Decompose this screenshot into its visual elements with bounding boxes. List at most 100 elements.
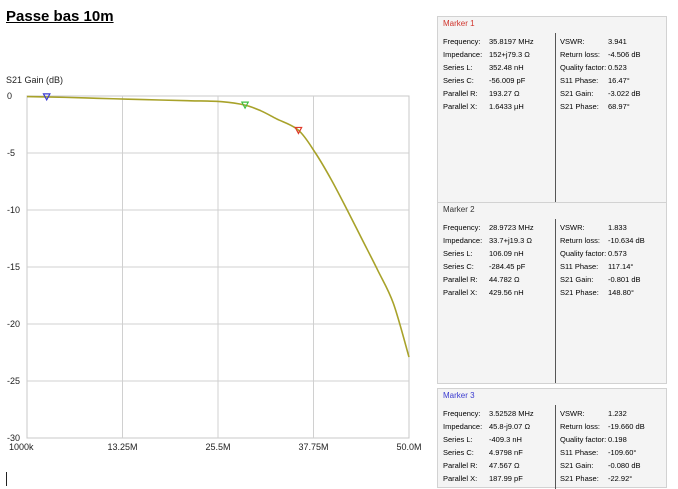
marker-2-panel: Marker 2 Frequency: 28.9723 MHz Impedance:… xyxy=(437,202,667,384)
y-axis-label: S21 Gain (dB) xyxy=(6,75,63,85)
marker-field-label: Series C: xyxy=(443,262,474,271)
y-tick-label: 0 xyxy=(7,91,12,101)
marker-field-label: Series C: xyxy=(443,448,474,457)
marker-1-panel: Marker 1 Frequency: 35.8197 MHz Impedance:… xyxy=(437,16,667,209)
marker-field-label: S21 Gain: xyxy=(560,89,594,98)
marker-field-label: VSWR: xyxy=(560,223,585,232)
marker-panel-divider xyxy=(555,33,556,209)
marker-2-right-column: VSWR: 1.833 Return loss: -10.634 dB Quality … xyxy=(560,221,666,299)
marker-field-row: Impedance: 152+j79.3 Ω xyxy=(443,48,555,61)
marker-field-row: S11 Phase: 16.47° xyxy=(560,74,666,87)
y-tick-label: -30 xyxy=(7,433,20,443)
marker-field-value: 3.941 xyxy=(608,37,627,46)
text-cursor xyxy=(6,472,7,486)
marker-field-label: Series L: xyxy=(443,249,473,258)
y-tick-label: -20 xyxy=(7,319,20,329)
marker-field-label: Impedance: xyxy=(443,422,483,431)
marker-field-label: Parallel R: xyxy=(443,89,478,98)
marker-field-value: 4.9798 nF xyxy=(489,448,523,457)
marker-field-label: Parallel R: xyxy=(443,461,478,470)
marker-field-value: 1.833 xyxy=(608,223,627,232)
marker-field-row: Parallel X: 429.56 nH xyxy=(443,286,555,299)
marker-field-row: S21 Gain: -0.080 dB xyxy=(560,459,666,472)
marker-field-value: 45.8-j9.07 Ω xyxy=(489,422,531,431)
marker-field-value: 1.6433 µH xyxy=(489,102,524,111)
marker-field-label: Quality factor: xyxy=(560,249,607,258)
marker-field-row: Impedance: 33.7+j19.3 Ω xyxy=(443,234,555,247)
marker-panel-divider xyxy=(555,219,556,383)
marker-field-value: 68.97° xyxy=(608,102,630,111)
marker-field-value: -3.022 dB xyxy=(608,89,641,98)
x-tick-label: 37.75M xyxy=(298,442,328,452)
marker-3-right-column: VSWR: 1.232 Return loss: -19.660 dB Quality … xyxy=(560,407,666,485)
marker-field-label: Return loss: xyxy=(560,236,601,245)
marker-field-row: Series C: 4.9798 nF xyxy=(443,446,555,459)
marker-field-value: 16.47° xyxy=(608,76,630,85)
y-tick-label: -15 xyxy=(7,262,20,272)
marker-3-left-column: Frequency: 3.52528 MHz Impedance: 45.8-j9.0… xyxy=(443,407,555,485)
marker-field-value: 106.09 nH xyxy=(489,249,524,258)
marker-field-row: Parallel R: 47.567 Ω xyxy=(443,459,555,472)
y-tick-label: -5 xyxy=(7,148,15,158)
marker-3-panel: Marker 3 Frequency: 3.52528 MHz Impedance:… xyxy=(437,388,667,489)
marker-field-value: 0.573 xyxy=(608,249,627,258)
marker-field-row: VSWR: 1.833 xyxy=(560,221,666,234)
marker-field-value: 33.7+j19.3 Ω xyxy=(489,236,532,245)
marker-field-value: 44.782 Ω xyxy=(489,275,520,284)
marker-field-row: VSWR: 1.232 xyxy=(560,407,666,420)
marker-field-value: 0.198 xyxy=(608,435,627,444)
y-tick-label: -10 xyxy=(7,205,20,215)
marker-field-label: Quality factor: xyxy=(560,63,607,72)
marker-field-label: Impedance: xyxy=(443,50,483,59)
marker-panel-divider xyxy=(555,405,556,489)
marker-field-label: Frequency: xyxy=(443,223,481,232)
marker-field-row: Quality factor: 0.198 xyxy=(560,433,666,446)
marker-field-value: -4.506 dB xyxy=(608,50,641,59)
x-tick-label: 1000k xyxy=(9,442,34,452)
marker-field-row: Return loss: -4.506 dB xyxy=(560,48,666,61)
marker-field-label: S11 Phase: xyxy=(560,76,599,85)
marker-field-value: 0.523 xyxy=(608,63,627,72)
marker-field-label: Return loss: xyxy=(560,50,601,59)
marker-field-row: Series C: -56.009 pF xyxy=(443,74,555,87)
marker-field-row: Parallel X: 187.99 pF xyxy=(443,472,555,485)
s21-gain-chart: S21 Gain (dB) 1000k 13.25M 25.5M 37.75M 50.0… xyxy=(6,75,422,452)
marker-field-row: S21 Phase: 148.80° xyxy=(560,286,666,299)
marker-1-title: Marker 1 xyxy=(443,19,475,28)
marker-field-row: Series C: -284.45 pF xyxy=(443,260,555,273)
marker-field-label: Series L: xyxy=(443,435,473,444)
marker-field-label: S11 Phase: xyxy=(560,448,599,457)
marker-field-label: Frequency: xyxy=(443,409,481,418)
marker-field-value: 117.14° xyxy=(608,262,634,271)
marker-field-row: Frequency: 3.52528 MHz xyxy=(443,407,555,420)
marker-field-row: Impedance: 45.8-j9.07 Ω xyxy=(443,420,555,433)
marker-field-row: Frequency: 35.8197 MHz xyxy=(443,35,555,48)
marker-field-value: 148.80° xyxy=(608,288,634,297)
marker-field-label: Parallel X: xyxy=(443,288,478,297)
marker-field-row: Series L: -409.3 nH xyxy=(443,433,555,446)
marker-field-row: S21 Phase: 68.97° xyxy=(560,100,666,113)
marker-field-label: Parallel X: xyxy=(443,102,478,111)
marker-field-row: S11 Phase: 117.14° xyxy=(560,260,666,273)
marker-field-label: S21 Phase: xyxy=(560,288,599,297)
marker-field-label: S21 Phase: xyxy=(560,474,599,483)
marker-field-value: -284.45 pF xyxy=(489,262,526,271)
marker-field-row: Parallel X: 1.6433 µH xyxy=(443,100,555,113)
marker-field-row: Return loss: -10.634 dB xyxy=(560,234,666,247)
marker-field-value: -109.60° xyxy=(608,448,637,457)
marker-field-value: 152+j79.3 Ω xyxy=(489,50,530,59)
marker-1-left-column: Frequency: 35.8197 MHz Impedance: 152+j79.3… xyxy=(443,35,555,113)
marker-field-row: Series L: 106.09 nH xyxy=(443,247,555,260)
marker-field-label: Parallel R: xyxy=(443,275,478,284)
marker-field-row: Quality factor: 0.523 xyxy=(560,61,666,74)
x-tick-label: 13.25M xyxy=(107,442,137,452)
marker-field-value: -19.660 dB xyxy=(608,422,645,431)
marker-field-label: Impedance: xyxy=(443,236,483,245)
marker-field-row: Parallel R: 193.27 Ω xyxy=(443,87,555,100)
marker-field-row: S21 Gain: -0.801 dB xyxy=(560,273,666,286)
marker-field-label: S21 Phase: xyxy=(560,102,599,111)
x-tick-label: 25.5M xyxy=(205,442,230,452)
marker-field-value: 35.8197 MHz xyxy=(489,37,534,46)
marker-2-title: Marker 2 xyxy=(443,205,475,214)
marker-field-value: -22.92° xyxy=(608,474,633,483)
